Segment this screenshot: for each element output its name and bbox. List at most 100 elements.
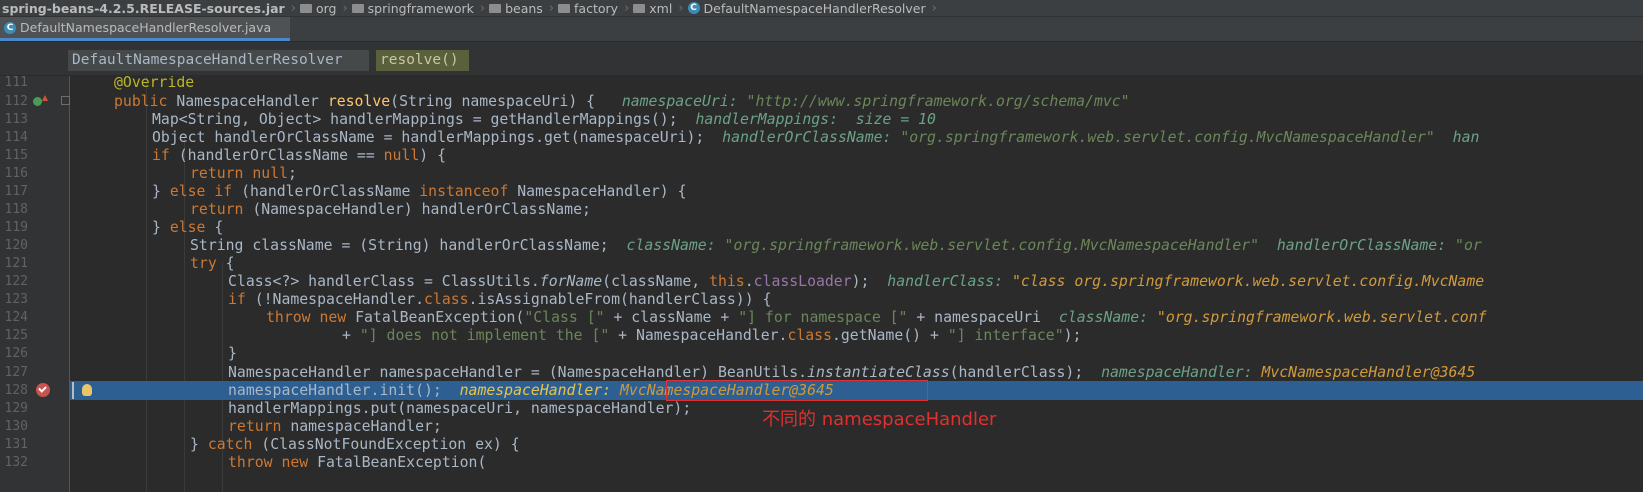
code-text: ); <box>851 273 870 290</box>
code-text: } <box>152 183 170 200</box>
inline-debug-hint: className: <box>626 237 725 254</box>
inline-debug-hint: className: <box>1058 309 1157 326</box>
breadcrumb-beans[interactable]: beans <box>487 0 547 16</box>
keyword-token: return <box>190 165 244 182</box>
keyword-token: if <box>228 291 246 308</box>
code-text: NamespaceHandler namespaceHandler = (Nam… <box>228 364 808 381</box>
keyword-token: try <box>190 255 217 272</box>
code-text: ) { <box>419 147 447 164</box>
line-number: 116 <box>4 166 28 181</box>
keyword-token: else if <box>169 183 233 200</box>
breadcrumb-org[interactable]: org <box>298 0 341 16</box>
code-line-118: return (NamespaceHandler) handlerOrClass… <box>70 200 1643 219</box>
breadcrumb-jar[interactable]: spring-beans-4.2.5.RELEASE-sources.jar <box>0 0 289 16</box>
line-number: 113 <box>4 112 28 127</box>
inline-debug-hint: handlerClass: <box>887 273 1012 290</box>
line-number: 128 <box>4 383 28 398</box>
inline-debug-hint: handlerMappings: size = 10 <box>695 111 936 128</box>
code-line-114: Object handlerOrClassName = handlerMappi… <box>70 128 1643 147</box>
line-number: 126 <box>4 346 28 361</box>
breadcrumb-separator-icon: › <box>479 0 486 16</box>
code-line-115: if (handlerOrClassName == null) { <box>70 146 1643 165</box>
folder-icon <box>633 3 646 13</box>
code-text: (String namespaceUri) { <box>390 93 596 110</box>
lightbulb-icon[interactable] <box>82 384 92 396</box>
annotation-token: @Override <box>114 76 195 91</box>
code-text: + namespaceUri <box>907 309 1042 326</box>
inline-debug-hint: namespaceHandler: <box>459 382 620 399</box>
annotation-text: 不同的 namespaceHandler <box>762 409 997 430</box>
folder-icon <box>351 3 364 13</box>
line-number: 114 <box>4 130 28 145</box>
code-text: } <box>228 345 237 362</box>
code-text: .getName() + <box>831 327 948 344</box>
code-text: Map<String, Object> handlerMappings = ge… <box>152 111 678 128</box>
breadcrumb-separator-icon: › <box>548 0 555 16</box>
code-text: (handlerOrClassName == <box>169 147 384 164</box>
keyword-token: if <box>152 147 170 164</box>
structure-method[interactable]: resolve() <box>376 50 469 71</box>
string-token: "] for namespace [" <box>738 309 908 326</box>
inline-debug-value: "http://www.springframework.org/schema/m… <box>746 93 1130 110</box>
code-editor[interactable]: @Override public NamespaceHandler resolv… <box>70 76 1643 492</box>
code-text: String className = (String) handlerOrCla… <box>190 237 609 254</box>
code-text: ; <box>288 165 297 182</box>
keyword-token: null <box>383 147 420 164</box>
keyword-token: throw new <box>266 309 347 326</box>
keyword-token: return <box>228 418 282 435</box>
field-token: classLoader <box>753 273 852 290</box>
tab-defaultnamespacehandlerresolver[interactable]: C DefaultNamespaceHandlerResolver.java <box>0 17 290 41</box>
string-token: "] does not implement the [" <box>359 327 610 344</box>
code-line-123: if (!NamespaceHandler.class.isAssignable… <box>70 290 1643 309</box>
keyword-token: this <box>709 273 745 290</box>
breadcrumb-xml[interactable]: xml <box>631 0 676 16</box>
line-number: 118 <box>4 202 28 217</box>
code-text: . <box>744 273 754 290</box>
code-text: namespaceHandler; <box>281 418 442 435</box>
inline-debug-hint: namespaceUri: <box>621 93 747 110</box>
breadcrumb-separator-icon: › <box>624 0 630 16</box>
inline-debug-value: "org.springframework.web.servlet.config.… <box>724 237 1260 254</box>
code-text: FatalBeanException( <box>346 309 525 326</box>
code-text: Object handlerOrClassName = handlerMappi… <box>152 129 705 146</box>
line-number: 129 <box>4 401 28 416</box>
inline-debug-hint: namespaceHandler: <box>1101 364 1262 381</box>
line-number: 125 <box>4 328 28 343</box>
code-text: (ClassNotFoundException ex) { <box>252 436 520 453</box>
override-arrow-icon <box>42 95 48 101</box>
breadcrumb-separator-icon: › <box>931 0 937 16</box>
override-method-icon[interactable] <box>33 97 42 106</box>
breadcrumb-springframework[interactable]: springframework <box>350 0 478 16</box>
line-number: 117 <box>4 184 28 199</box>
text-caret <box>72 382 74 399</box>
code-text: (NamespaceHandler) handlerOrClassName; <box>243 201 591 218</box>
code-line-131: } catch (ClassNotFoundException ex) { <box>70 435 1643 454</box>
structure-class[interactable]: DefaultNamespaceHandlerResolver <box>68 50 369 71</box>
line-number: 119 <box>4 220 28 235</box>
breadcrumb-label: DefaultNamespaceHandlerResolver <box>703 0 926 16</box>
code-text: FatalBeanException( <box>308 454 487 471</box>
code-line-119: } else { <box>70 218 1643 237</box>
editor-gutter[interactable]: 111 112 113 114 115 116 117 118 119 120 … <box>0 75 70 492</box>
structure-bar: DefaultNamespaceHandlerResolver resolve(… <box>0 42 1643 76</box>
breadcrumb-factory[interactable]: factory <box>556 0 622 16</box>
line-number: 121 <box>4 256 28 271</box>
keyword-token: instanceof <box>419 183 509 200</box>
fold-toggle-icon[interactable] <box>61 96 70 105</box>
breadcrumb-class[interactable]: C DefaultNamespaceHandlerResolver <box>686 0 930 16</box>
folder-icon <box>489 3 502 13</box>
method-name-token: resolve <box>327 93 391 110</box>
static-method-token: instantiateClass <box>807 364 950 381</box>
inline-debug-value: MvcNamespaceHandler@3645 <box>1261 364 1476 381</box>
breadcrumb-label: beans <box>505 0 543 16</box>
code-text: + <box>342 327 360 344</box>
code-line-117: } else if (handlerOrClassName instanceof… <box>70 182 1643 201</box>
inline-debug-value: "org.springframework.web.servlet.conf <box>1156 309 1487 326</box>
breakpoint-icon[interactable] <box>36 383 50 397</box>
code-text: { <box>216 255 235 272</box>
breadcrumb-label: org <box>315 0 337 16</box>
string-token: "Class [" <box>524 309 605 326</box>
code-text: (className, <box>602 273 710 290</box>
line-number: 120 <box>4 238 28 253</box>
breadcrumb: spring-beans-4.2.5.RELEASE-sources.jar ›… <box>0 0 1643 17</box>
